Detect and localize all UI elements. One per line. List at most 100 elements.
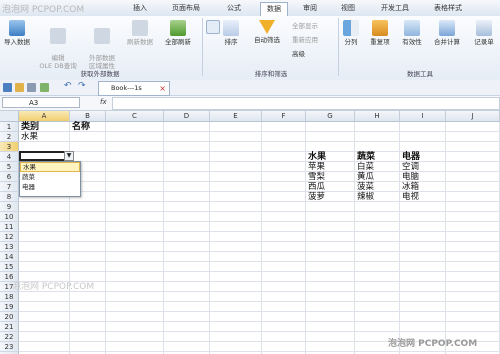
row-header-23[interactable]: 23 [0,342,19,352]
dropdown-option-appliance[interactable]: 电器 [20,182,80,192]
cell-i7[interactable]: 冰箱 [402,182,419,192]
preview-icon[interactable] [40,83,49,92]
row-header-13[interactable]: 13 [0,242,19,252]
grid-row-line [19,191,500,192]
column-header-f[interactable]: F [262,111,306,122]
advanced-filter-button[interactable]: 高级 [292,50,305,58]
row-header-12[interactable]: 12 [0,232,19,242]
refresh-data-button[interactable]: 刷新数据 [124,20,156,46]
cell-h7[interactable]: 菠菜 [357,182,374,192]
row-header-6[interactable]: 6 [0,172,19,182]
sort-button[interactable]: 排序 [218,20,244,46]
column-header-e[interactable]: E [210,111,262,122]
row-header-1[interactable]: 1 [0,122,19,132]
row-header-10[interactable]: 10 [0,212,19,222]
formula-input[interactable] [112,97,500,110]
refresh-all-icon [170,20,186,36]
row-header-11[interactable]: 11 [0,222,19,232]
cell-i4[interactable]: 电器 [402,152,420,162]
import-data-label: 导入数据 [4,38,30,46]
row-header-21[interactable]: 21 [0,322,19,332]
row-header-8[interactable]: 8 [0,192,19,202]
row-header-19[interactable]: 19 [0,302,19,312]
show-all-button[interactable]: 全部显示 [292,22,318,30]
row-header-9[interactable]: 9 [0,202,19,212]
refresh-all-button[interactable]: 全部刷新 [160,20,196,46]
cell-h6[interactable]: 黄瓜 [357,172,374,182]
cell-h4[interactable]: 蔬菜 [357,152,375,162]
validity-button[interactable]: 有效性 [398,20,426,46]
cell-g4[interactable]: 水果 [308,152,326,162]
grid-column-line [209,122,210,354]
select-all-corner[interactable] [0,111,19,122]
column-header-b[interactable]: B [70,111,106,122]
print-icon[interactable] [27,83,36,92]
row-header-2[interactable]: 2 [0,132,19,142]
open-icon[interactable] [15,83,24,92]
column-header-i[interactable]: I [400,111,446,122]
tab-formulas[interactable]: 公式 [222,2,246,15]
column-header-g[interactable]: G [306,111,355,122]
tab-review[interactable]: 审阅 [298,2,322,15]
tab-developer[interactable]: 开发工具 [376,2,414,15]
group-external-data-label: 获取外部数据 [80,70,120,78]
ribbon: 导入数据 编辑 OLE DB查询 外部数据 区域属性 刷新数据 全部刷新 获取外… [0,16,500,81]
grid-column-line [354,122,355,354]
external-data-properties-button[interactable]: 外部数据 区域属性 [82,20,122,70]
undo-icon[interactable]: ↶ [64,81,72,91]
redo-icon[interactable]: ↷ [78,81,86,91]
tab-page-layout[interactable]: 页面布局 [166,2,206,15]
chevron-down-icon[interactable]: ▼ [64,151,74,161]
edit-odbc-button[interactable]: 编辑 OLE DB查询 [38,20,78,70]
cell-i5[interactable]: 空调 [402,162,419,172]
cell-b1[interactable]: 名称 [72,122,90,132]
row-header-3[interactable]: 3 [0,142,19,152]
column-header-c[interactable]: C [106,111,164,122]
import-data-button[interactable]: 导入数据 [0,20,34,46]
save-icon[interactable] [3,83,12,92]
column-header-h[interactable]: H [355,111,400,122]
dropdown-option-fruit[interactable]: 水果 [20,162,80,172]
tab-data[interactable]: 数据 [260,2,288,16]
cell-i6[interactable]: 电脑 [402,172,419,182]
grid-row-line [19,171,500,172]
row-header-22[interactable]: 22 [0,332,19,342]
row-header-15[interactable]: 15 [0,262,19,272]
grid-row-line [19,181,500,182]
column-header-a[interactable]: A [19,111,70,122]
cell-g8[interactable]: 菠萝 [308,192,325,202]
auto-filter-button[interactable]: 自动筛选 [250,20,284,44]
row-header-14[interactable]: 14 [0,252,19,262]
dropdown-option-vegetable[interactable]: 蔬菜 [20,172,80,182]
column-header-j[interactable]: J [446,111,500,122]
fx-icon[interactable]: fx [100,98,107,106]
reapply-button[interactable]: 重新应用 [292,36,318,44]
cell-h5[interactable]: 白菜 [357,162,374,172]
split-column-button[interactable]: 分列 [340,20,362,46]
row-header-5[interactable]: 5 [0,162,19,172]
duplicates-button[interactable]: 重复项 [366,20,394,46]
tab-table-style[interactable]: 表格样式 [428,2,468,15]
column-header-d[interactable]: D [164,111,210,122]
consolidate-icon [439,20,455,36]
row-header-7[interactable]: 7 [0,182,19,192]
cell-a2[interactable]: 水果 [21,132,38,142]
watermark-bottom: 泡泡网 PCPOP.COM [388,339,478,349]
consolidate-button[interactable]: 合并计算 [430,20,464,46]
document-tab[interactable]: Book---1s × [98,81,170,96]
cell-i8[interactable]: 电视 [402,192,419,202]
name-box[interactable]: A3 [2,97,80,108]
cell-g7[interactable]: 西瓜 [308,182,325,192]
active-cell[interactable] [19,151,70,161]
record-list-button[interactable]: 记录单 [468,20,500,46]
row-header-4[interactable]: 4 [0,152,19,162]
cell-g5[interactable]: 苹果 [308,162,325,172]
row-header-18[interactable]: 18 [0,292,19,302]
tab-insert[interactable]: 插入 [128,2,152,15]
row-header-20[interactable]: 20 [0,312,19,322]
close-icon[interactable]: × [159,82,166,95]
cell-h8[interactable]: 辣椒 [357,192,374,202]
cell-g6[interactable]: 雪梨 [308,172,325,182]
tab-view[interactable]: 视图 [336,2,360,15]
cell-a1[interactable]: 类别 [21,122,39,132]
